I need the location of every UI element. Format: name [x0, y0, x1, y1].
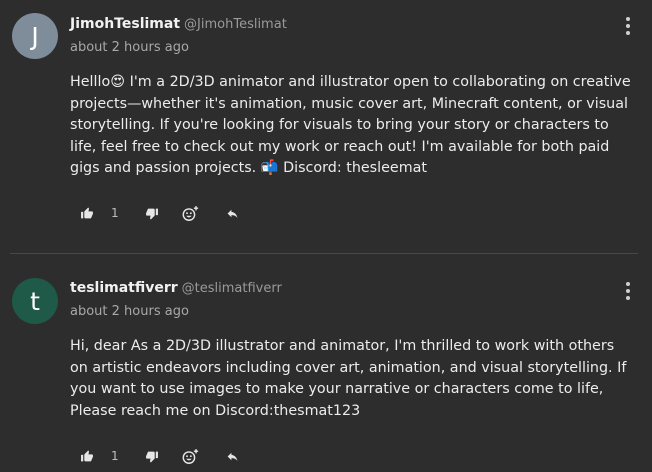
comment-actions: 1: [78, 445, 241, 467]
comment-header: teslimatfiverr @teslimatfiverr: [70, 280, 282, 296]
comment-feed: J JimohTeslimat @JimohTeslimat about 2 h…: [0, 0, 652, 472]
comment-header: JimohTeslimat @JimohTeslimat: [70, 16, 287, 32]
thumbs-down-icon[interactable]: [143, 447, 161, 465]
reply-icon[interactable]: [223, 204, 241, 222]
comment-timestamp: about 2 hours ago: [70, 40, 189, 55]
thumbs-up-icon[interactable]: [78, 204, 96, 222]
more-vertical-icon[interactable]: [622, 282, 634, 300]
author-handle[interactable]: @teslimatfiverr: [182, 281, 282, 296]
author-name[interactable]: teslimatfiverr: [70, 280, 178, 296]
like-count: 1: [111, 206, 119, 220]
add-reaction-icon[interactable]: [181, 204, 199, 222]
comment-actions: 1: [78, 202, 241, 224]
comment: J JimohTeslimat @JimohTeslimat about 2 h…: [0, 0, 652, 253]
like-count: 1: [111, 449, 119, 463]
reply-icon[interactable]: [223, 447, 241, 465]
more-vertical-icon[interactable]: [622, 17, 634, 35]
author-handle[interactable]: @JimohTeslimat: [184, 17, 287, 32]
avatar[interactable]: t: [12, 278, 58, 324]
thumbs-down-icon[interactable]: [143, 204, 161, 222]
avatar[interactable]: J: [12, 13, 58, 59]
comment-body: Helllo😍 I'm a 2D/3D animator and illustr…: [70, 74, 636, 176]
comment-timestamp: about 2 hours ago: [70, 304, 189, 319]
author-name[interactable]: JimohTeslimat: [70, 16, 180, 32]
add-reaction-icon[interactable]: [181, 447, 199, 465]
comment: t teslimatfiverr @teslimatfiverr about 2…: [0, 254, 652, 472]
comment-body: Hi, dear As a 2D/3D illustrator and anim…: [70, 338, 627, 419]
thumbs-up-icon[interactable]: [78, 447, 96, 465]
